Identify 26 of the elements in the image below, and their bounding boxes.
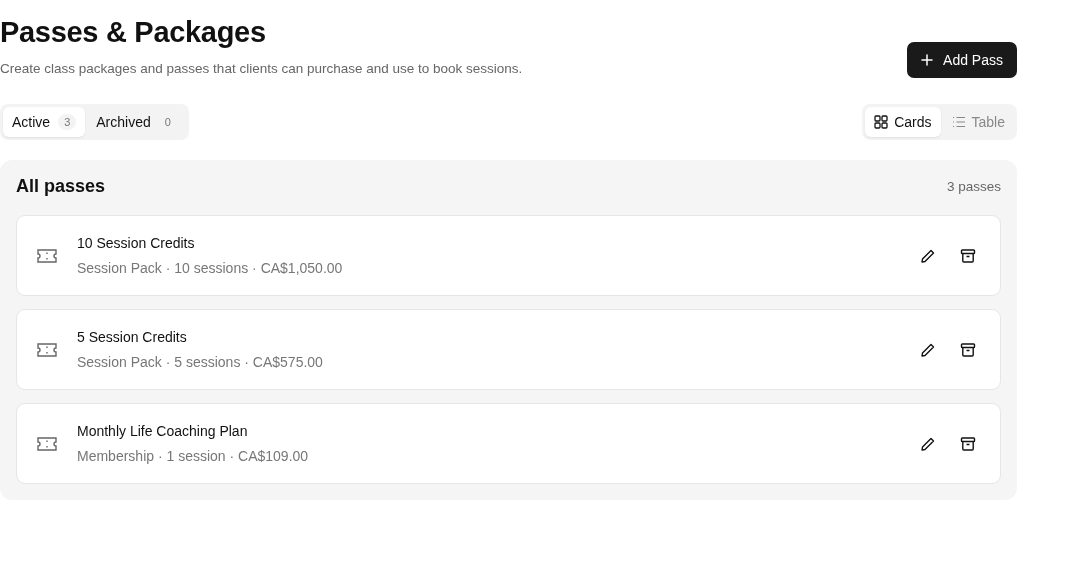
- pass-name: 5 Session Credits: [77, 329, 188, 345]
- ticket-icon: [37, 342, 57, 357]
- archive-icon: [960, 435, 976, 452]
- panel-title: All passes: [16, 176, 106, 197]
- pass-details: Membership · 1 session · CA$109.00: [77, 448, 310, 464]
- grid-icon: [874, 115, 889, 129]
- view-option[interactable]: Cards: [865, 107, 941, 137]
- pencil-icon: [920, 247, 936, 264]
- page-title: Passes & Packages: [0, 16, 267, 49]
- pencil-icon: [920, 341, 936, 358]
- plus-icon: [921, 54, 934, 66]
- status-tab[interactable]: Archived 0: [87, 107, 186, 137]
- pass-details: Session Pack · 10 sessions · CA$1,050.00: [77, 260, 344, 276]
- pass-name: 10 Session Credits: [77, 235, 196, 251]
- list-icon: [951, 116, 966, 128]
- ticket-icon: [37, 248, 57, 263]
- status-tab[interactable]: Active 3: [3, 107, 86, 137]
- page-subtitle: Create class packages and passes that clients can purchase and use to book sessions.: [0, 61, 523, 76]
- add-pass-button[interactable]: Add Pass: [907, 42, 1017, 78]
- pass-count: 3 passes: [946, 179, 1001, 194]
- pencil-icon: [920, 435, 936, 452]
- ticket-icon: [37, 436, 57, 451]
- archive-icon: [960, 341, 976, 358]
- pass-name: Monthly Life Coaching Plan: [77, 423, 249, 439]
- pass-details: Session Pack · 5 sessions · CA$575.00: [77, 354, 324, 370]
- archive-icon: [960, 247, 976, 264]
